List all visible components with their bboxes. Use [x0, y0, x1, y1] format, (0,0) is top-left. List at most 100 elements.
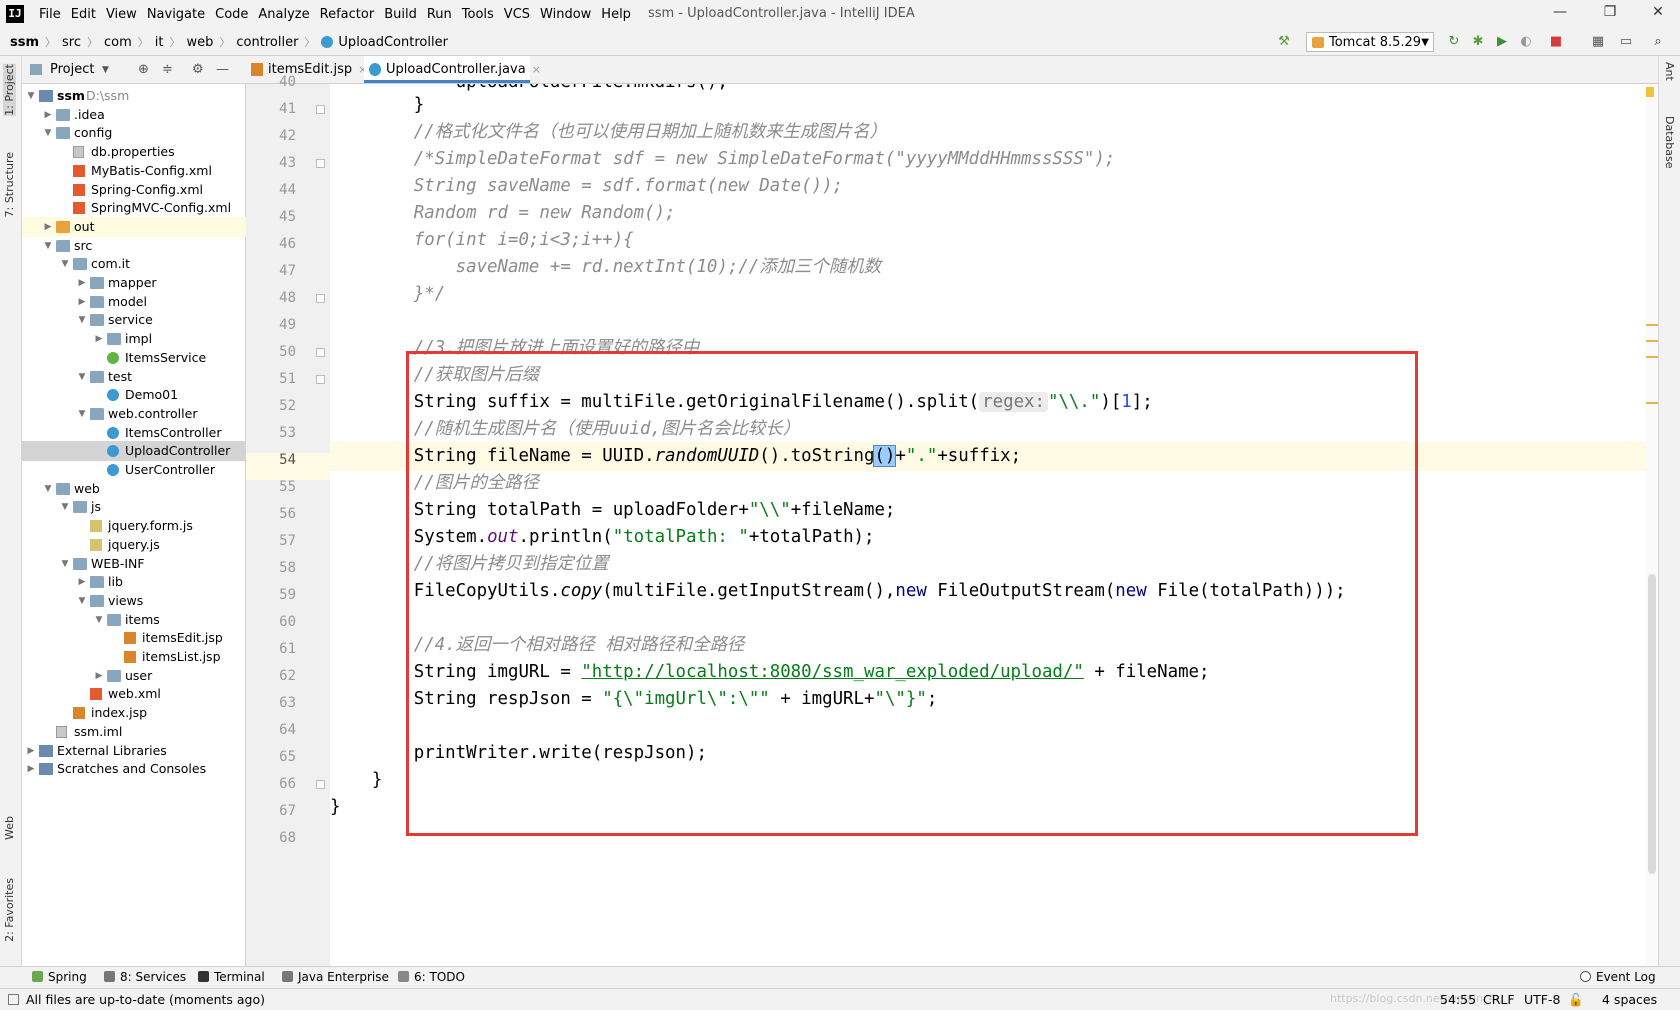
breadcrumb-com[interactable]: com — [104, 35, 132, 50]
tree-item[interactable]: jquery.form.js — [22, 516, 246, 536]
line-number[interactable]: 41 — [256, 101, 296, 117]
rerun-icon[interactable]: ↻ — [1446, 34, 1462, 50]
line-number[interactable]: 59 — [256, 587, 296, 603]
line-number[interactable]: 45 — [256, 209, 296, 225]
line-separator[interactable]: CRLF — [1483, 992, 1515, 1007]
collapse-arrow-icon[interactable]: ▶ — [94, 329, 104, 349]
line-number[interactable]: 57 — [256, 533, 296, 549]
close-icon[interactable]: × — [532, 63, 541, 76]
expand-arrow-icon[interactable]: ▼ — [60, 554, 70, 574]
chevron-down-icon[interactable]: ▼ — [102, 65, 109, 75]
tree-item[interactable]: itemsList.jsp — [22, 647, 246, 667]
tree-item[interactable]: ItemsService — [22, 348, 246, 368]
line-number[interactable]: 65 — [256, 749, 296, 765]
tree-item[interactable]: UserController — [22, 460, 246, 480]
tree-item[interactable]: db.properties — [22, 142, 246, 162]
file-encoding[interactable]: UTF-8 — [1524, 992, 1560, 1007]
menu-edit[interactable]: Edit — [66, 7, 101, 22]
line-number[interactable]: 53 — [256, 425, 296, 441]
collapse-arrow-icon[interactable]: ▶ — [43, 105, 53, 125]
caret-position[interactable]: 54:55 — [1440, 992, 1476, 1007]
tool-window-structure[interactable]: 7: Structure — [3, 152, 16, 217]
warning-marker[interactable] — [1646, 356, 1658, 358]
tree-item[interactable]: ▶ Scratches and Consoles — [22, 759, 246, 779]
line-number[interactable]: 67 — [256, 803, 296, 819]
line-number[interactable]: 40 — [256, 74, 296, 90]
tree-item[interactable]: ▼ WEB-INF — [22, 554, 246, 574]
line-number[interactable]: 58 — [256, 560, 296, 576]
warning-marker[interactable] — [1646, 324, 1658, 326]
breadcrumb-web[interactable]: web — [187, 35, 214, 50]
tree-item[interactable]: ▶ model — [22, 292, 246, 312]
collapse-arrow-icon[interactable]: ▶ — [77, 273, 87, 293]
breadcrumb-src[interactable]: src — [62, 35, 81, 50]
tool-event-log[interactable]: Event Log — [1580, 970, 1656, 984]
expand-arrow-icon[interactable]: ▼ — [94, 610, 104, 630]
run-configuration-select[interactable]: Tomcat 8.5.29 ▼ — [1306, 32, 1434, 52]
tool-terminal[interactable]: Terminal — [198, 970, 265, 984]
collapse-icon[interactable]: ≑ — [162, 62, 173, 77]
tool-services[interactable]: 8: Services — [104, 970, 186, 984]
line-number[interactable]: 60 — [256, 614, 296, 630]
tool-window-favorites[interactable]: 2: Favorites — [3, 878, 16, 942]
tree-item[interactable]: ▶ out — [22, 216, 246, 237]
hide-icon[interactable]: — — [216, 62, 229, 77]
breadcrumb-it[interactable]: it — [155, 35, 164, 50]
tree-item[interactable]: SpringMVC-Config.xml — [22, 198, 246, 218]
line-number[interactable]: 68 — [256, 830, 296, 846]
warning-marker[interactable] — [1646, 402, 1658, 404]
line-number[interactable]: 46 — [256, 236, 296, 252]
collapse-arrow-icon[interactable]: ▶ — [77, 572, 87, 592]
line-number[interactable]: 43 — [256, 155, 296, 171]
hammer-icon[interactable]: ⚒ — [1276, 34, 1292, 50]
expand-arrow-icon[interactable]: ▼ — [43, 236, 53, 256]
project-view-select[interactable]: Project — [50, 62, 94, 77]
collapse-arrow-icon[interactable]: ▶ — [26, 759, 36, 779]
tool-window-ant[interactable]: Ant — [1663, 62, 1676, 81]
tree-item[interactable]: ▼ items — [22, 610, 246, 630]
fold-marker-icon[interactable] — [316, 105, 325, 114]
locate-icon[interactable]: ⊕ — [138, 62, 149, 77]
tree-item[interactable]: ▼ js — [22, 497, 246, 517]
expand-arrow-icon[interactable]: ▼ — [77, 310, 87, 330]
fold-marker-icon[interactable] — [316, 375, 325, 384]
line-number[interactable]: 61 — [256, 641, 296, 657]
tree-item[interactable]: ▶ user — [22, 666, 246, 686]
line-number[interactable]: 64 — [256, 722, 296, 738]
tree-item[interactable]: ▶ impl — [22, 329, 246, 349]
fold-marker-icon[interactable] — [316, 348, 325, 357]
tree-item[interactable]: ▼ service — [22, 310, 246, 330]
minimize-button[interactable]: — — [1550, 4, 1570, 24]
tree-item[interactable]: ▼ web.controller — [22, 404, 246, 424]
stop-icon[interactable]: ■ — [1548, 34, 1564, 50]
line-number[interactable]: 56 — [256, 506, 296, 522]
fold-marker-icon[interactable] — [316, 159, 325, 168]
close-window-button[interactable]: ✕ — [1648, 4, 1668, 24]
tree-item[interactable]: ▶ lib — [22, 572, 246, 592]
tree-item[interactable]: ▼ ssm D:\ssm — [22, 86, 246, 106]
tree-item[interactable]: ▶ .idea — [22, 105, 246, 125]
menu-build[interactable]: Build — [379, 7, 422, 22]
menu-analyze[interactable]: Analyze — [253, 7, 314, 22]
line-number[interactable]: 44 — [256, 182, 296, 198]
menu-code[interactable]: Code — [210, 7, 253, 22]
line-number[interactable]: 66 — [256, 776, 296, 792]
layout-toggle-icon[interactable] — [8, 994, 19, 1005]
tree-item[interactable]: Demo01 — [22, 385, 246, 405]
indent-setting[interactable]: 4 spaces — [1602, 992, 1657, 1007]
tab-uploadcontroller-java[interactable]: UploadController.java × — [364, 56, 541, 83]
line-number[interactable]: 49 — [256, 317, 296, 333]
tool-todo[interactable]: 6: TODO — [398, 970, 465, 984]
collapse-arrow-icon[interactable]: ▶ — [43, 217, 53, 237]
tree-item[interactable]: ▼ config — [22, 123, 246, 143]
breadcrumb-uploadcontroller[interactable]: UploadController — [338, 35, 448, 50]
warning-marker[interactable] — [1646, 340, 1658, 342]
tool-spring[interactable]: Spring — [32, 970, 87, 984]
collapse-arrow-icon[interactable]: ▶ — [77, 292, 87, 312]
expand-arrow-icon[interactable]: ▼ — [77, 367, 87, 387]
tree-item[interactable]: itemsEdit.jsp — [22, 628, 246, 648]
debug-icon[interactable]: ✱ — [1470, 34, 1486, 50]
line-number[interactable]: 55 — [256, 479, 296, 495]
line-number[interactable]: 51 — [256, 371, 296, 387]
tree-item[interactable]: ItemsController — [22, 423, 246, 443]
